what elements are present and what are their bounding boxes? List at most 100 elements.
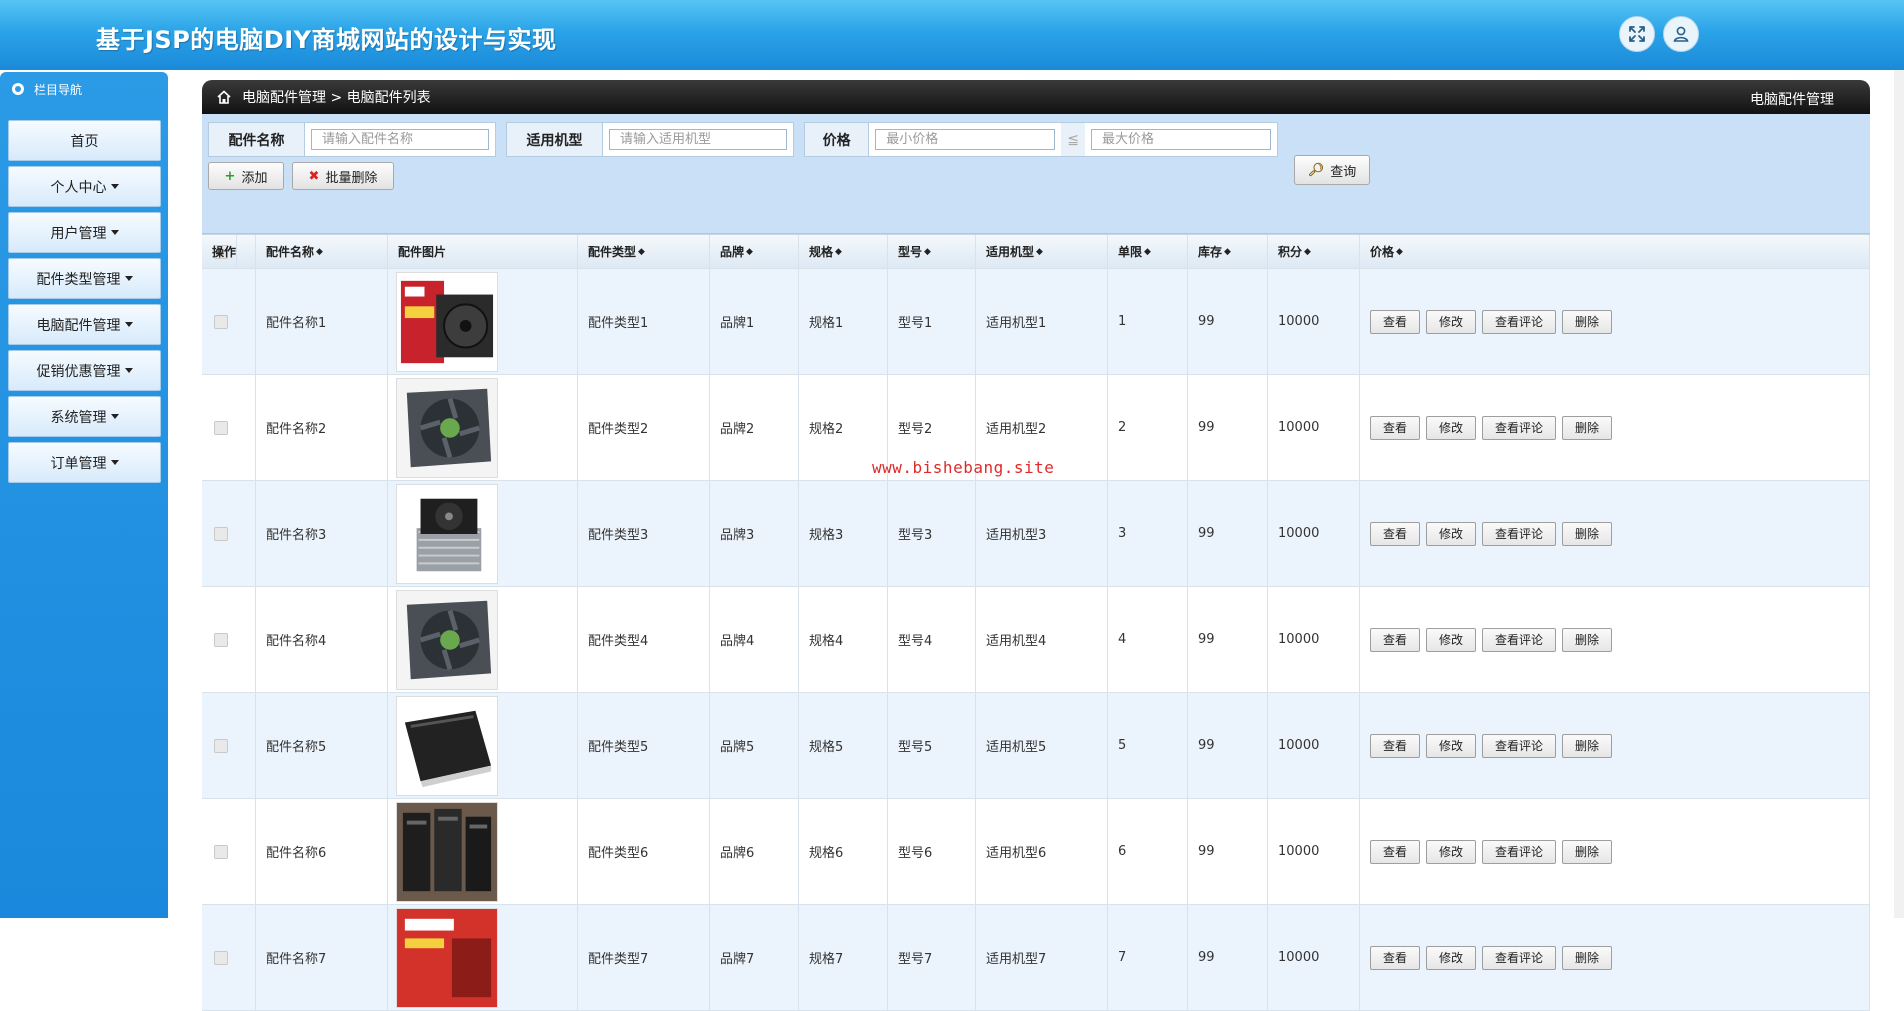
cell-machine: 适用机型1 (976, 269, 1108, 374)
view-button[interactable]: 查看 (1370, 521, 1421, 546)
column-header-8[interactable]: 单限 ◆ (1108, 235, 1188, 268)
column-header-label: 配件图片 (398, 245, 447, 259)
fullscreen-button[interactable] (1619, 16, 1655, 52)
part-image (396, 801, 498, 902)
cell-brand: 品牌3 (710, 481, 799, 586)
search-button-label: 查询 (1330, 164, 1357, 180)
row-checkbox[interactable] (214, 632, 228, 647)
sidebar-item-8[interactable]: 订单管理 (8, 442, 161, 483)
view-button[interactable]: 查看 (1370, 627, 1421, 652)
cell-name: 配件名称1 (256, 269, 388, 374)
view-comments-button[interactable]: 查看评论 (1482, 945, 1557, 970)
column-header-9[interactable]: 库存 ◆ (1188, 235, 1268, 268)
name-search-input[interactable] (311, 129, 489, 150)
sidebar-item-4[interactable]: 配件类型管理 (8, 258, 161, 299)
cell-spec: 规格1 (799, 269, 888, 374)
search-button[interactable]: 🔎︎ 查询 (1294, 155, 1370, 185)
delete-x-icon: ✖ (308, 168, 320, 184)
cell-value: 规格7 (809, 952, 844, 967)
add-button[interactable]: + 添加 (208, 162, 284, 190)
delete-button[interactable]: 删除 (1562, 309, 1613, 334)
cell-image (388, 587, 578, 692)
row-checkbox[interactable] (214, 844, 228, 859)
view-button[interactable]: 查看 (1370, 415, 1421, 440)
row-select-cell (202, 375, 256, 480)
delete-button[interactable]: 删除 (1562, 733, 1613, 758)
delete-button[interactable]: 删除 (1562, 945, 1613, 970)
edit-button[interactable]: 修改 (1426, 733, 1477, 758)
column-header-label: 配件名称 (266, 245, 315, 259)
cell-spec: 规格5 (799, 693, 888, 798)
nav-icon (12, 83, 24, 95)
cell-type: 配件类型5 (578, 693, 710, 798)
cell-actions: 查看 修改 查看评论 删除 (1360, 375, 1870, 480)
column-header-1[interactable]: 配件名称 ◆ (256, 235, 388, 268)
model-search-input[interactable] (609, 129, 787, 150)
cell-value: 10000 (1278, 632, 1320, 647)
view-comments-button[interactable]: 查看评论 (1482, 415, 1557, 440)
view-comments-button[interactable]: 查看评论 (1482, 839, 1557, 864)
column-header-3[interactable]: 配件类型 ◆ (578, 235, 710, 268)
cell-value: 适用机型1 (986, 316, 1047, 331)
cell-value: 规格6 (809, 846, 844, 861)
cell-value: 型号1 (898, 316, 933, 331)
column-header-6[interactable]: 型号 ◆ (888, 235, 976, 268)
view-comments-button[interactable]: 查看评论 (1482, 733, 1557, 758)
fullscreen-icon (1629, 26, 1645, 42)
column-header-7[interactable]: 适用机型 ◆ (976, 235, 1108, 268)
column-header-4[interactable]: 品牌 ◆ (710, 235, 799, 268)
cell-value: 10000 (1278, 526, 1320, 541)
user-button[interactable] (1663, 16, 1699, 52)
edit-button[interactable]: 修改 (1426, 839, 1477, 864)
edit-button[interactable]: 修改 (1426, 627, 1477, 652)
sidebar-item-6[interactable]: 促销优惠管理 (8, 350, 161, 391)
cell-value: 配件名称5 (266, 740, 327, 755)
edit-button[interactable]: 修改 (1426, 415, 1477, 440)
view-comments-button[interactable]: 查看评论 (1482, 627, 1557, 652)
cell-brand: 品牌2 (710, 375, 799, 480)
home-icon[interactable] (216, 89, 232, 105)
delete-button[interactable]: 删除 (1562, 521, 1613, 546)
sidebar-item-5[interactable]: 电脑配件管理 (8, 304, 161, 345)
sidebar-item-3[interactable]: 用户管理 (8, 212, 161, 253)
column-header-11[interactable]: 价格 ◆ (1360, 235, 1870, 268)
view-button[interactable]: 查看 (1370, 733, 1421, 758)
cell-value: 规格4 (809, 634, 844, 649)
min-price-input[interactable] (875, 129, 1056, 150)
part-image (396, 271, 498, 372)
watermark: www.bishebang.site (872, 458, 1055, 477)
edit-button[interactable]: 修改 (1426, 945, 1477, 970)
edit-button[interactable]: 修改 (1426, 521, 1477, 546)
cell-type: 配件类型6 (578, 799, 710, 904)
sidebar-item-7[interactable]: 系统管理 (8, 396, 161, 437)
view-comments-button[interactable]: 查看评论 (1482, 309, 1557, 334)
view-comments-button[interactable]: 查看评论 (1482, 521, 1557, 546)
cell-image (388, 905, 578, 1010)
view-button[interactable]: 查看 (1370, 945, 1421, 970)
batch-delete-button[interactable]: ✖ 批量删除 (292, 162, 394, 190)
cell-limit: 5 (1108, 693, 1188, 798)
max-price-input[interactable] (1091, 129, 1271, 150)
row-checkbox[interactable] (214, 738, 228, 753)
row-checkbox[interactable] (214, 420, 228, 435)
cell-value: 型号3 (898, 528, 933, 543)
sidebar-item-2[interactable]: 个人中心 (8, 166, 161, 207)
page-scrollbar[interactable] (1894, 70, 1904, 918)
cell-value: 配件类型1 (588, 316, 649, 331)
view-button[interactable]: 查看 (1370, 839, 1421, 864)
edit-button[interactable]: 修改 (1426, 309, 1477, 334)
row-checkbox[interactable] (214, 314, 228, 329)
column-header-10[interactable]: 积分 ◆ (1268, 235, 1360, 268)
cell-value: 99 (1198, 632, 1215, 647)
delete-button[interactable]: 删除 (1562, 839, 1613, 864)
column-header-label: 单限 (1118, 245, 1143, 259)
sidebar-item-1[interactable]: 首页 (8, 120, 161, 161)
delete-button[interactable]: 删除 (1562, 415, 1613, 440)
part-image (396, 907, 498, 1008)
row-checkbox[interactable] (214, 950, 228, 965)
column-header-5[interactable]: 规格 ◆ (799, 235, 888, 268)
delete-button[interactable]: 删除 (1562, 627, 1613, 652)
row-checkbox[interactable] (214, 526, 228, 541)
view-button[interactable]: 查看 (1370, 309, 1421, 334)
cell-value: 品牌3 (720, 528, 755, 543)
